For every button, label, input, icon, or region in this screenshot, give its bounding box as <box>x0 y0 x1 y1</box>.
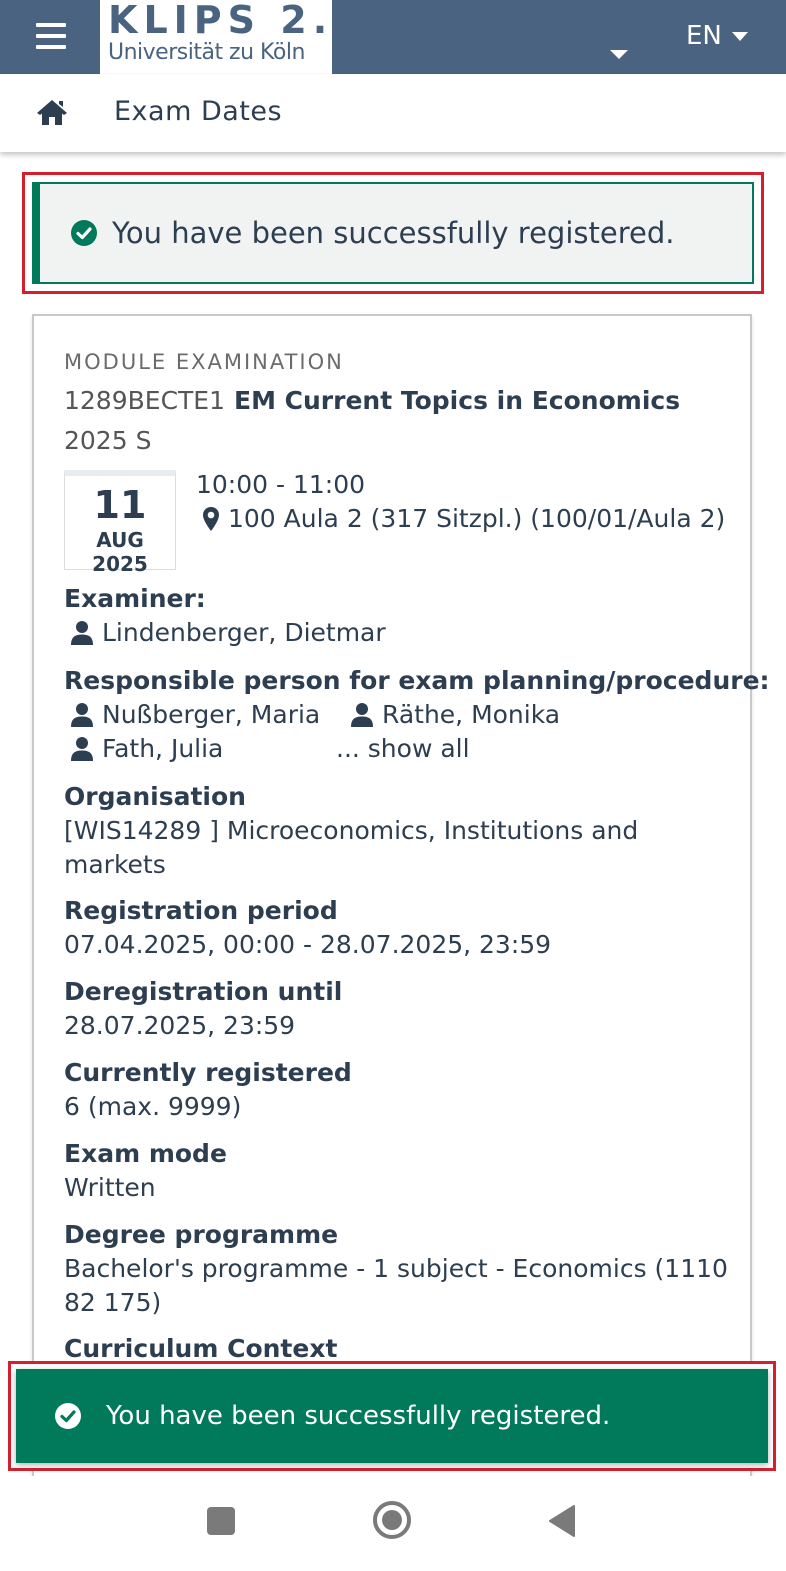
user-icon <box>71 702 93 727</box>
organisation-value-cont: markets <box>64 850 166 879</box>
recent-apps-icon[interactable] <box>207 1507 235 1535</box>
exam-date-box: 11 AUG 2025 <box>64 470 176 576</box>
klips-logo[interactable]: KLIPS 2.0 Universität zu Köln <box>100 0 366 74</box>
deregistration-label: Deregistration until <box>64 977 343 1006</box>
exam-mode-label: Exam mode <box>64 1139 227 1168</box>
examiner-name: Lindenberger, Dietmar <box>102 618 386 647</box>
toast-highlight: You have been successfully registered. <box>8 1361 776 1471</box>
logo-title: KLIPS 2.0 <box>108 0 366 42</box>
examiner-person[interactable]: Lindenberger, Dietmar <box>70 618 386 647</box>
responsible-person[interactable]: Nußberger, Maria <box>70 700 320 729</box>
user-icon <box>71 620 93 645</box>
exam-term: 2025 S <box>64 426 152 455</box>
back-icon[interactable] <box>548 1504 576 1538</box>
responsible-person[interactable]: Fath, Julia <box>70 734 223 763</box>
logo-subtitle: Universität zu Köln <box>108 40 305 65</box>
user-menu-caret-icon[interactable] <box>610 50 628 59</box>
user-icon <box>71 736 93 761</box>
degree-programme-label: Degree programme <box>64 1220 339 1249</box>
exam-day: 11 <box>93 483 147 527</box>
exam-card: MODULE EXAMINATION 1289BECTE1 EM Current… <box>32 314 770 1494</box>
home-icon[interactable] <box>36 98 68 126</box>
home-circle-icon[interactable] <box>372 1500 412 1540</box>
toast-message: You have been successfully registered. <box>106 1401 611 1431</box>
organisation-label: Organisation <box>64 782 246 811</box>
success-toast[interactable]: You have been successfully registered. <box>16 1369 768 1463</box>
exam-mode-value: Written <box>64 1173 156 1202</box>
exam-time: 10:00 - 11:00 <box>196 470 366 499</box>
exam-title[interactable]: EM Current Topics in Economics <box>234 386 680 415</box>
show-all-link[interactable]: ... show all <box>336 734 470 763</box>
exam-month-year: AUG 2025 <box>92 528 148 576</box>
check-circle-icon <box>55 1403 81 1429</box>
currently-registered-label: Currently registered <box>64 1058 352 1087</box>
breadcrumb: Exam Dates <box>0 74 786 152</box>
curriculum-context-label: Curriculum Context <box>64 1334 338 1363</box>
examiner-label: Examiner: <box>64 584 206 613</box>
app-header: KLIPS 2.0 Universität zu Köln EN <box>0 0 786 74</box>
check-circle-icon <box>71 220 97 246</box>
system-nav-bar <box>0 1476 786 1571</box>
alert-highlight: You have been successfully registered. <box>22 172 764 294</box>
responsible-person[interactable]: Räthe, Monika <box>350 700 560 729</box>
responsible-name: Fath, Julia <box>102 734 224 763</box>
degree-programme-value-cont: 82 175) <box>64 1288 162 1317</box>
responsible-label: Responsible person for exam planning/pro… <box>64 666 770 695</box>
page-title: Exam Dates <box>114 96 283 127</box>
caret-down-icon <box>731 31 748 41</box>
exam-type: MODULE EXAMINATION <box>64 350 344 374</box>
user-icon <box>351 702 373 727</box>
menu-icon[interactable] <box>36 23 66 49</box>
room-label: 100 Aula 2 (317 Sitzpl.) (100/01/Aula 2) <box>228 504 726 533</box>
registration-period-value: 07.04.2025, 00:00 - 28.07.2025, 23:59 <box>64 930 552 959</box>
exam-room[interactable]: 100 Aula 2 (317 Sitzpl.) (100/01/Aula 2) <box>202 504 725 533</box>
responsible-name: Nußberger, Maria <box>102 700 321 729</box>
registration-period-label: Registration period <box>64 896 338 925</box>
language-selector[interactable]: EN <box>686 18 748 54</box>
language-label: EN <box>686 21 722 51</box>
map-marker-icon <box>203 506 219 531</box>
organisation-value: [WIS14289 ] Microeconomics, Institutions… <box>64 816 639 845</box>
success-alert: You have been successfully registered. <box>32 182 754 284</box>
currently-registered-value: 6 (max. 9999) <box>64 1092 242 1121</box>
exam-code: 1289BECTE1 <box>64 386 225 415</box>
alert-message: You have been successfully registered. <box>112 216 675 250</box>
deregistration-value: 28.07.2025, 23:59 <box>64 1011 296 1040</box>
degree-programme-value: Bachelor's programme - 1 subject - Econo… <box>64 1254 728 1283</box>
responsible-name: Räthe, Monika <box>382 700 561 729</box>
